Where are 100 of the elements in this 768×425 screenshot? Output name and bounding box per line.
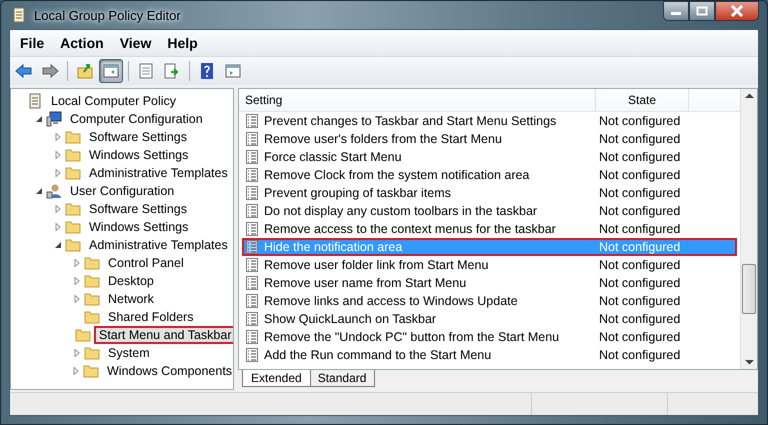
tree-item[interactable]: Windows Settings: [84, 146, 194, 164]
collapsed-arrow-icon[interactable]: [72, 349, 80, 357]
setting-state: Not configured: [599, 168, 680, 182]
collapsed-arrow-icon[interactable]: [72, 277, 80, 285]
folder-icon: [65, 166, 81, 180]
minimize-button[interactable]: [663, 1, 689, 21]
setting-row[interactable]: Do not display any custom toolbars in the taskbar Not configured: [242, 202, 737, 220]
scrollbar[interactable]: [740, 89, 757, 369]
setting-state: Not configured: [599, 132, 680, 146]
setting-name: Remove links and access to Windows Update: [264, 294, 519, 308]
tree-item[interactable]: Computer Configuration: [65, 110, 208, 128]
setting-icon: [246, 312, 258, 326]
view-tab[interactable]: Standard: [308, 370, 376, 387]
tree-item[interactable]: Software Settings: [84, 128, 192, 146]
folder-icon: [65, 130, 81, 144]
tree-item[interactable]: Administrative Templates: [84, 236, 233, 254]
collapsed-arrow-icon[interactable]: [54, 223, 62, 231]
tree-item[interactable]: System: [103, 344, 155, 362]
close-button[interactable]: [715, 1, 759, 21]
setting-row[interactable]: Force classic Start Menu Not configured: [242, 148, 737, 166]
tree-item[interactable]: Desktop: [103, 272, 159, 290]
setting-row[interactable]: Remove the "Undock PC" button from the Start Menu Not configured: [242, 328, 737, 346]
setting-state: Not configured: [599, 276, 680, 290]
tree-item[interactable]: Software Settings: [84, 200, 192, 218]
folder-icon: [84, 346, 100, 360]
setting-name: Force classic Start Menu: [264, 150, 403, 164]
folder-icon: [84, 274, 100, 288]
folder-icon: [75, 328, 91, 342]
collapsed-arrow-icon[interactable]: [72, 259, 80, 267]
setting-row[interactable]: Add the Run command to the Start Menu Not configured: [242, 346, 737, 364]
tree-item[interactable]: Administrative Templates: [84, 164, 233, 182]
setting-icon: [246, 186, 258, 200]
tree-item[interactable]: Network: [103, 290, 159, 308]
setting-row[interactable]: Remove user folder link from Start Menu Not configured: [242, 256, 737, 274]
scrollbar-thumb[interactable]: [742, 264, 756, 314]
view-tab[interactable]: Extended: [242, 370, 311, 387]
folder-icon: [65, 220, 81, 234]
expanded-arrow-icon[interactable]: [34, 187, 42, 195]
setting-icon: [246, 294, 258, 308]
computer-icon: [46, 111, 62, 127]
window-pane-icon: [102, 62, 120, 80]
window-pane-icon: [224, 62, 242, 80]
collapsed-arrow-icon[interactable]: [72, 295, 80, 303]
setting-row[interactable]: Show QuickLaunch on Taskbar Not configured: [242, 310, 737, 328]
setting-name: Remove Clock from the system notification area: [264, 168, 530, 182]
folder-icon: [83, 364, 99, 378]
tree-item[interactable]: Windows Components: [102, 362, 233, 380]
forward-arrow-icon: [41, 62, 59, 80]
setting-row[interactable]: Prevent grouping of taskbar items Not configured: [242, 184, 737, 202]
scroll-down-icon[interactable]: [744, 359, 754, 365]
setting-name: Show QuickLaunch on Taskbar: [264, 312, 438, 326]
setting-icon: [246, 150, 258, 164]
scroll-up-icon[interactable]: [744, 93, 754, 99]
scroll-icon: [27, 93, 43, 109]
tree-item[interactable]: User Configuration: [65, 182, 180, 200]
menu-item[interactable]: Help: [161, 35, 204, 51]
setting-icon: [246, 114, 258, 128]
menu-item[interactable]: File: [14, 35, 50, 51]
window-title: Local Group Policy Editor: [34, 8, 181, 22]
setting-name: Remove user's folders from the Start Menu: [264, 132, 503, 146]
console-tree-button[interactable]: [99, 59, 123, 83]
setting-row[interactable]: Remove links and access to Windows Update Not configured: [242, 292, 737, 310]
setting-state: Not configured: [599, 330, 680, 344]
setting-row[interactable]: Remove user's folders from the Start Menu Not configured: [242, 130, 737, 148]
setting-icon: [246, 348, 258, 362]
menu-item[interactable]: Action: [54, 35, 110, 51]
collapsed-arrow-icon[interactable]: [54, 133, 62, 141]
help-icon: [198, 62, 216, 80]
maximize-button[interactable]: [689, 1, 715, 21]
tree-item[interactable]: Shared Folders: [103, 308, 198, 326]
setting-state: Not configured: [599, 348, 680, 362]
setting-row[interactable]: Remove user name from Start Menu Not configured: [242, 274, 737, 292]
setting-name: Prevent grouping of taskbar items: [264, 186, 452, 200]
expanded-arrow-icon[interactable]: [34, 115, 42, 123]
setting-state: Not configured: [599, 222, 680, 236]
setting-state: Not configured: [599, 294, 680, 308]
setting-icon: [246, 276, 258, 290]
expanded-arrow-icon[interactable]: [54, 241, 62, 249]
setting-name: Remove user folder link from Start Menu: [264, 258, 490, 272]
tree-item[interactable]: Control Panel: [103, 254, 189, 272]
setting-name: Prevent changes to Taskbar and Start Menu Settings: [264, 114, 558, 128]
setting-name: Remove the "Undock PC" button from the Start Menu: [264, 330, 560, 344]
setting-state: Not configured: [599, 114, 680, 128]
collapsed-arrow-icon[interactable]: [72, 367, 80, 375]
tree-item[interactable]: Local Computer Policy: [46, 92, 182, 110]
setting-icon: [246, 240, 258, 254]
collapsed-arrow-icon[interactable]: [54, 205, 62, 213]
tree-item[interactable]: Start Menu and Taskbar: [94, 326, 233, 344]
collapsed-arrow-icon[interactable]: [54, 169, 62, 177]
column-header[interactable]: State: [596, 89, 689, 111]
setting-row[interactable]: Remove Clock from the system notification area Not configured: [242, 166, 737, 184]
setting-icon: [246, 204, 258, 218]
tree-item[interactable]: Windows Settings: [84, 218, 194, 236]
menu-item[interactable]: View: [114, 35, 158, 51]
setting-row[interactable]: Prevent changes to Taskbar and Start Menu Settings Not configured: [242, 112, 737, 130]
folder-up-icon: [76, 62, 94, 80]
setting-icon: [246, 330, 258, 344]
setting-row[interactable]: Remove access to the context menus for the taskbar Not configured: [242, 220, 737, 238]
column-header[interactable]: Setting: [239, 89, 596, 111]
collapsed-arrow-icon[interactable]: [54, 151, 62, 159]
